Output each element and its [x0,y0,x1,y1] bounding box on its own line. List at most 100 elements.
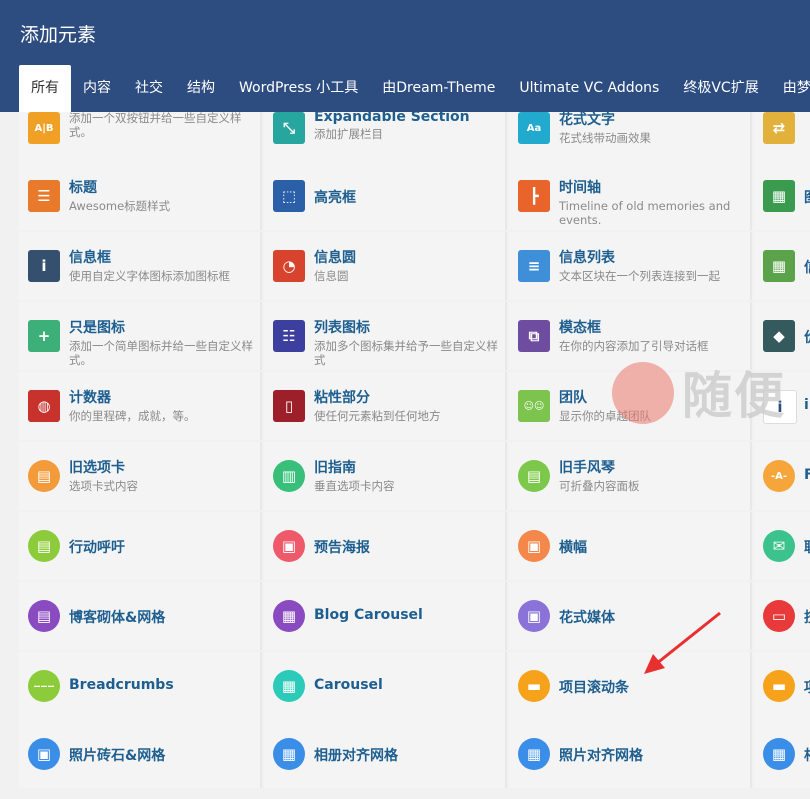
element-card-text: Breadcrumbs [69,677,256,693]
element-card[interactable]: A|B 添加一个双按钮并给一些自定义样式。 [19,112,262,162]
photo-justified-icon: ▦ [518,738,550,770]
element-card[interactable]: ▦ Carousel [264,652,507,720]
element-card[interactable]: ▣ 照片砖石&网格 [19,720,262,788]
info-box-icon: i [28,250,60,282]
element-card[interactable]: ◔ 信息圆 信息圆 [264,232,507,300]
element-card-text: 列表图标 添加多个图标集并给予一些自定义样式 [314,317,501,367]
counter-icon: ◍ [28,390,60,422]
element-card[interactable]: ◍ 计数器 你的里程碑，成就，等。 [19,372,262,440]
gallery-justified-icon: ▦ [273,738,305,770]
tab-all[interactable]: 所有 [19,65,71,112]
element-card[interactable]: ▦信 [754,232,810,300]
tab-by-dream[interactable]: 由梦 [771,65,810,112]
element-card[interactable]: ▦ Blog Carousel [264,582,507,650]
element-card-text: 团队 显示你的卓越团队 [559,387,746,423]
element-card[interactable]: ▤ 旧手风琴 可折叠内容面板 [509,442,752,510]
element-name: 横幅 [559,540,587,556]
element-card[interactable]: ▭技 [754,582,810,650]
portfolio-icon: ▬ [763,670,795,702]
tab-dream-theme[interactable]: 由Dream-Theme [370,65,507,112]
element-card[interactable]: i 信息框 使用自定义字体图标添加图标框 [19,232,262,300]
element-card[interactable]: ▤ 博客砌体&网格 [19,582,262,650]
element-card[interactable]: ◆价 [754,302,810,370]
poster-icon: ▣ [273,530,305,562]
element-card[interactable]: ▣ 横幅 [509,512,752,580]
element-card[interactable]: ▦相 [754,720,810,788]
element-card[interactable]: ▤ 行动呼吁 [19,512,262,580]
element-row: i 信息框 使用自定义字体图标添加图标框 ◔ 信息圆 信息圆 ≡ 信息列表 文本区块在一个列表连… [19,232,810,300]
element-card-text: 计数器 你的里程碑，成就，等。 [69,387,256,423]
element-card[interactable]: -A- F [754,442,810,510]
tab-social[interactable]: 社交 [123,65,175,112]
element-name: 标题 [69,180,97,196]
element-card[interactable]: ⇄ [754,112,810,162]
tab-ultimate-vc-extension[interactable]: 终极VC扩展 [671,65,770,112]
element-card-text: 添加一个双按钮并给一些自定义样式。 [69,112,256,139]
element-name: 照片砖石&网格 [69,748,166,764]
element-card[interactable]: ☺☺ 团队 显示你的卓越团队 [509,372,752,440]
element-card[interactable]: ▬项 [754,652,810,720]
element-card-text: 高亮框 [314,187,501,207]
tab-wordpress-widgets[interactable]: WordPress 小工具 [227,65,370,112]
element-card[interactable]: ‒‒‒ Breadcrumbs [19,652,262,720]
element-card-text: 项 [804,677,810,697]
element-name: 模态框 [559,320,601,336]
dialog-title: 添加元素 [20,24,97,46]
element-name: 相 [804,745,810,765]
element-row: ▤ 旧选项卡 选项卡式内容 ▥ 旧指南 垂直选项卡内容 ▤ 旧手风琴 可折叠内容面板 -A- F [19,442,810,510]
element-name: 列表图标 [314,320,370,336]
dialog-header: 添加元素 所有 内容 社交 结构 WordPress 小工具 由Dream-Th… [0,0,810,112]
element-card-text: 技 [804,607,810,627]
element-card[interactable]: ▦ 照片对齐网格 [509,720,752,788]
element-row: ▣照片砖石&网格▦相册对齐网格▦照片对齐网格▦相 [19,720,810,788]
element-description: Awesome标题样式 [69,199,171,213]
category-tabs: 所有 内容 社交 结构 WordPress 小工具 由Dream-Theme U… [19,65,810,112]
element-description: 使用自定义字体图标添加图标框 [69,269,230,283]
element-description: 添加一个双按钮并给一些自定义样式。 [69,112,242,139]
font-icon: -A- [763,460,795,492]
element-card-text: 预告海报 [314,537,501,557]
element-card[interactable]: ☰ 标题 Awesome标题样式 [19,162,262,230]
mail-icon: ✉ [763,530,795,562]
element-card-text: Expandable Section 添加扩展栏目 [314,112,501,141]
element-card-text: 博客砌体&网格 [69,607,256,627]
element-card-text: 模态框 在你的内容添加了引导对话框 [559,317,746,353]
element-card[interactable]: ▣ 预告海报 [264,512,507,580]
element-card[interactable]: ii [754,372,810,440]
element-card[interactable]: ▤ 旧选项卡 选项卡式内容 [19,442,262,510]
element-name: 粘性部分 [314,390,370,406]
element-card[interactable]: ≡ 信息列表 文本区块在一个列表连接到一起 [509,232,752,300]
element-card[interactable]: ▦图 [754,162,810,230]
element-name: 图 [804,187,810,207]
element-card[interactable]: ▥ 旧指南 垂直选项卡内容 [264,442,507,510]
element-name: Expandable Section [314,112,470,125]
element-card[interactable]: ⧉ 模态框 在你的内容添加了引导对话框 [509,302,752,370]
element-card-text: 粘性部分使任何元素粘到任何地方 [314,387,501,423]
element-card-text: 联 [804,537,810,557]
info-icon: i [763,390,797,424]
element-card[interactable]: ⬚ 高亮框 [264,162,507,230]
element-card[interactable]: ⤡ Expandable Section 添加扩展栏目 [264,112,507,162]
switch-icon: ⇄ [763,112,795,144]
element-card[interactable]: ┣ 时间轴 Timeline of old memories and events. [509,162,752,230]
element-name: 旧选项卡 [69,460,125,476]
element-name: 信 [804,257,810,277]
modal-icon: ⧉ [518,320,550,352]
element-card[interactable]: ▯ 粘性部分 使任何元素粘到任何地方 [264,372,507,440]
element-card[interactable]: + 只是图标 添加一个简单图标并给一些自定义样式。 [19,302,262,370]
element-name: 团队 [559,390,587,406]
element-description: 使任何元素粘到任何地方 [314,409,441,423]
team-icon: ☺☺ [518,390,550,422]
element-card[interactable]: ✉联 [754,512,810,580]
tab-structure[interactable]: 结构 [175,65,227,112]
element-card-text: 横幅 [559,537,746,557]
tab-content[interactable]: 内容 [71,65,123,112]
element-card[interactable]: Aa 花式文字 花式线带动画效果 [509,112,752,162]
element-card[interactable]: ☷ 列表图标 添加多个图标集并给予一些自定义样式 [264,302,507,370]
element-description: 垂直选项卡内容 [314,479,395,493]
accordion-icon: ▤ [518,460,550,492]
element-card[interactable]: ▦ 相册对齐网格 [264,720,507,788]
element-name: 高亮框 [314,190,356,206]
tab-ultimate-vc-addons[interactable]: Ultimate VC Addons [507,65,671,112]
element-name: 预告海报 [314,540,370,556]
